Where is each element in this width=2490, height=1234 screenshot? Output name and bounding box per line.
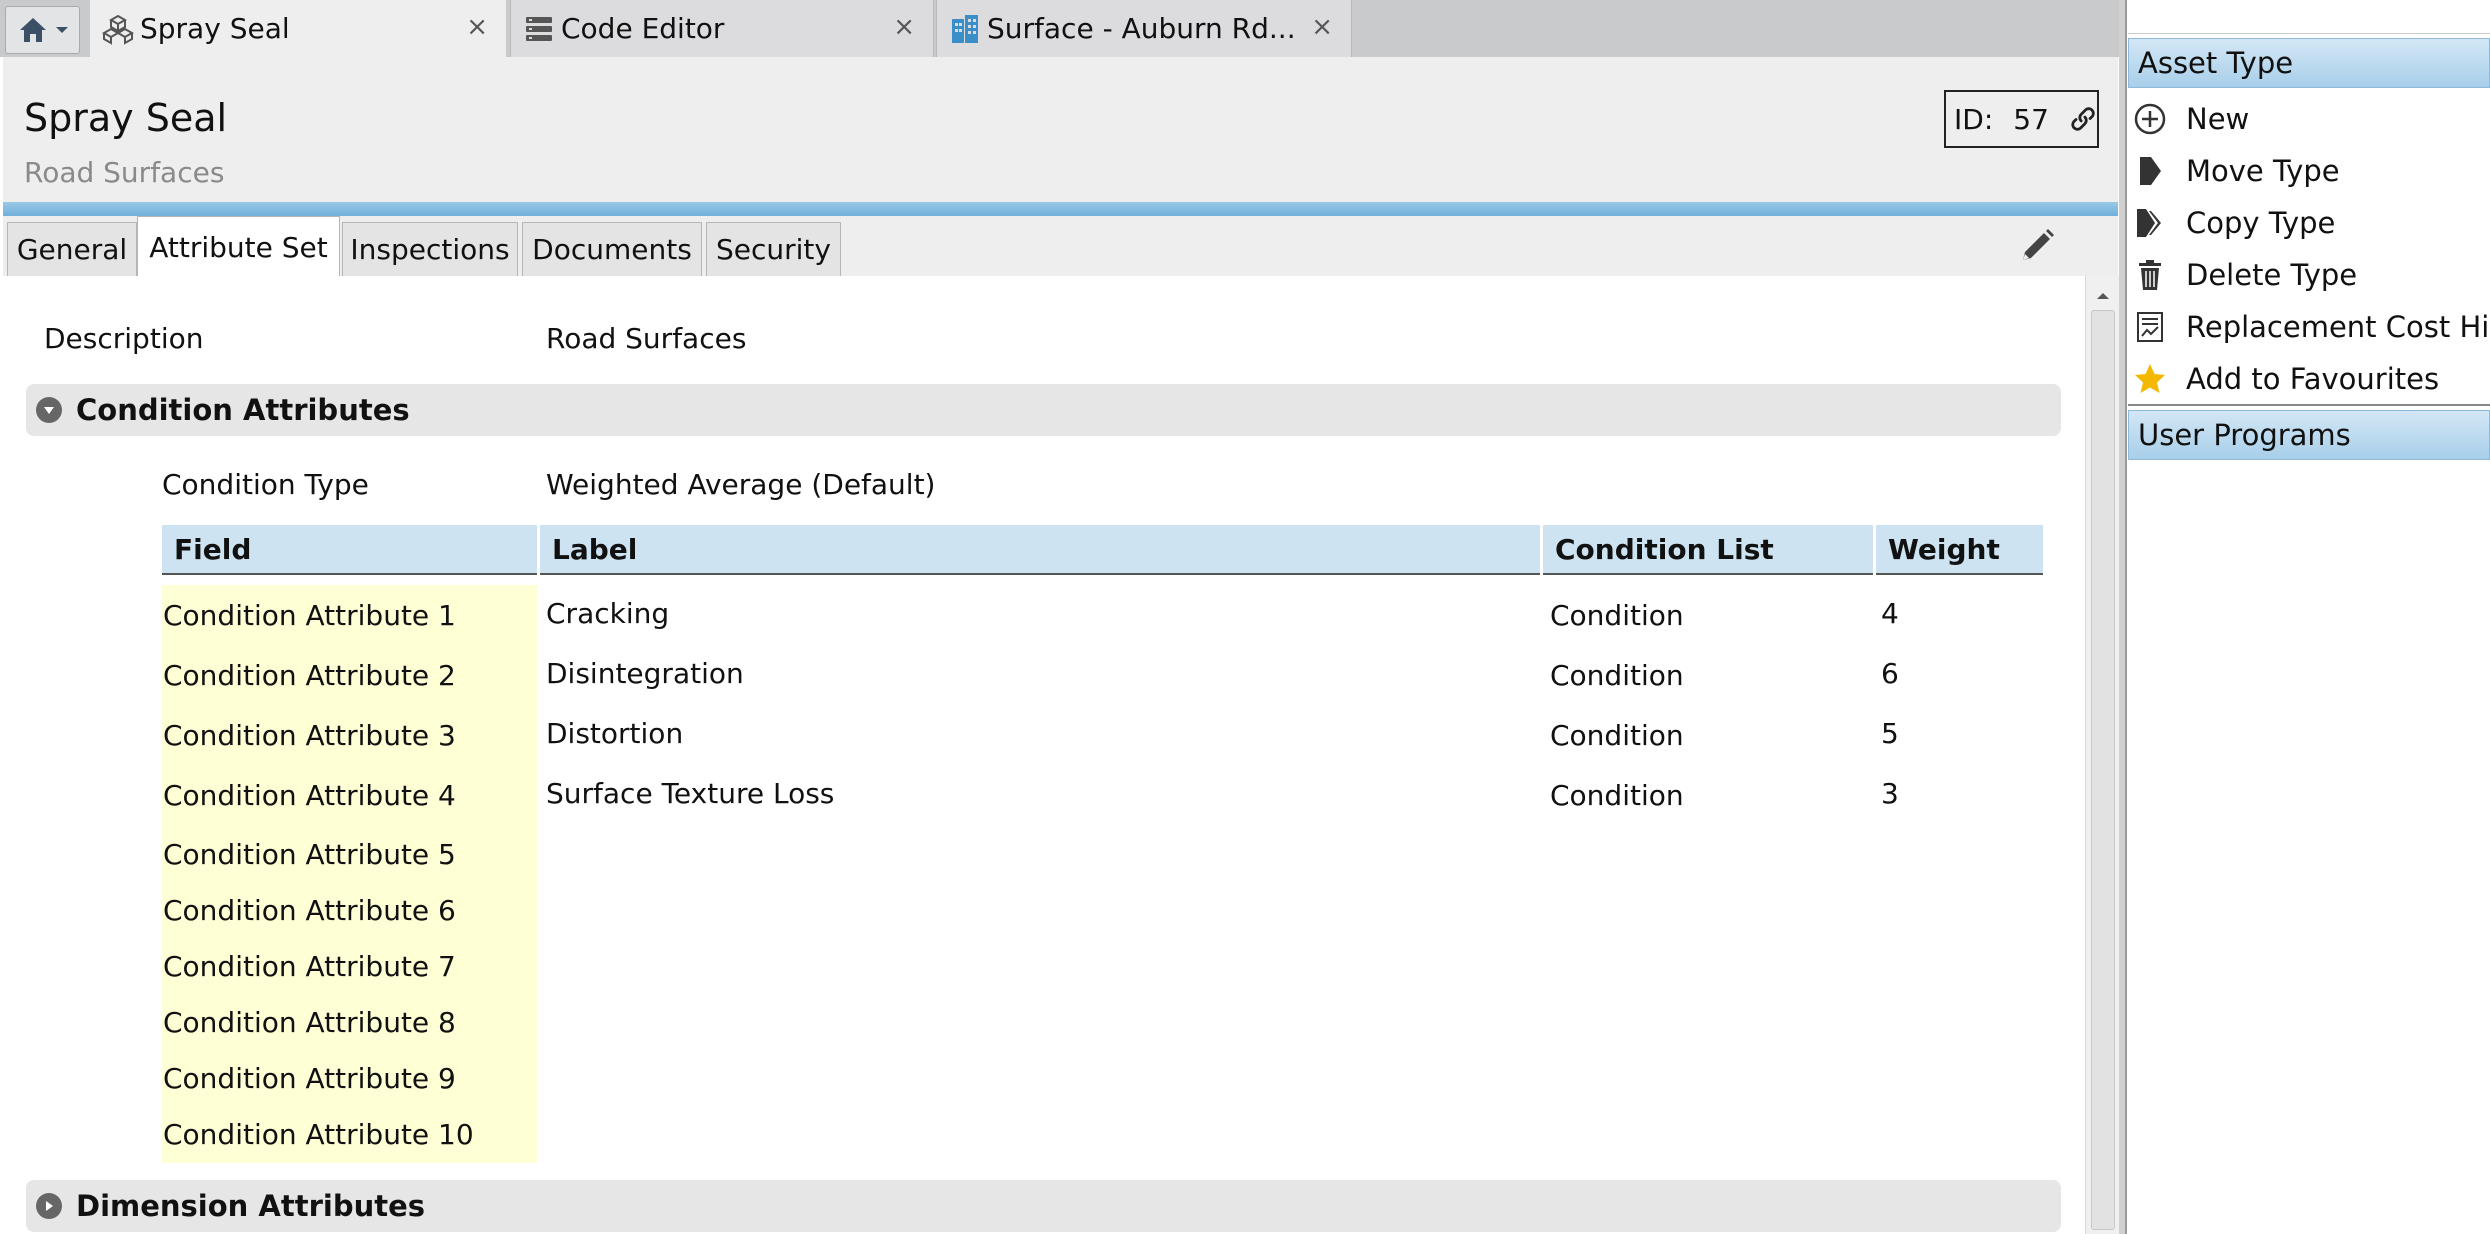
section-title: Condition Attributes <box>76 393 410 427</box>
tab-spray-seal[interactable]: Spray Seal × <box>90 0 506 57</box>
tab-label: Surface - Auburn Rd... <box>987 12 1296 45</box>
trash-icon <box>2130 255 2170 295</box>
tab-inspections[interactable]: Inspections <box>342 222 518 276</box>
condition-list-cell[interactable]: Condition <box>1550 779 1684 812</box>
building-icon <box>947 11 983 47</box>
tab-attribute-set[interactable]: Attribute Set <box>137 216 340 278</box>
field-cell: Condition Attribute 9 <box>163 1062 456 1095</box>
add-to-favourites-action[interactable]: Add to Favourites <box>2130 353 2490 405</box>
code-editor-icon <box>521 11 557 47</box>
home-menu-button[interactable] <box>5 6 80 54</box>
close-icon[interactable]: × <box>1311 12 1333 42</box>
copy-type-action[interactable]: Copy Type <box>2130 197 2490 249</box>
asset-type-header[interactable]: Asset Type <box>2128 38 2490 88</box>
condition-list-cell[interactable]: Condition <box>1550 719 1684 752</box>
record-id-box: ID: 57 <box>1944 90 2099 148</box>
description-value: Road Surfaces <box>546 322 747 355</box>
label-cell[interactable]: Disintegration <box>546 657 744 690</box>
column-header-weight: Weight <box>1876 525 2043 575</box>
close-icon[interactable]: × <box>893 12 915 42</box>
replacement-cost-history-action[interactable]: Replacement Cost Hist <box>2130 301 2490 353</box>
asset-type-icon <box>100 11 136 47</box>
field-cell: Condition Attribute 8 <box>163 1006 456 1039</box>
field-cell: Condition Attribute 7 <box>163 950 456 983</box>
page-subtitle: Road Surfaces <box>24 156 225 189</box>
tab-label: Spray Seal <box>140 12 290 45</box>
delete-type-action[interactable]: Delete Type <box>2130 249 2490 301</box>
action-label: Replacement Cost Hist <box>2186 310 2490 344</box>
action-label: Delete Type <box>2186 258 2358 292</box>
home-icon <box>19 18 46 42</box>
star-icon <box>2130 359 2170 399</box>
action-label: Add to Favourites <box>2186 362 2440 396</box>
pencil-icon[interactable] <box>2017 226 2057 266</box>
expand-icon[interactable] <box>36 1193 62 1219</box>
id-label: ID: <box>1954 102 1994 136</box>
label-cell[interactable]: Surface Texture Loss <box>546 777 834 810</box>
tab-surface-auburn-rd[interactable]: Surface - Auburn Rd... × <box>936 0 1352 57</box>
column-header-field: Field <box>162 525 537 575</box>
action-label: Copy Type <box>2186 206 2336 240</box>
link-icon[interactable] <box>2069 104 2097 134</box>
plus-circle-icon <box>2130 99 2170 139</box>
condition-list-cell[interactable]: Condition <box>1550 599 1684 632</box>
condition-list-cell[interactable]: Condition <box>1550 659 1684 692</box>
tab-label: Code Editor <box>561 12 725 45</box>
field-cell: Condition Attribute 10 <box>163 1118 474 1151</box>
action-label: New <box>2186 102 2250 136</box>
tab-general[interactable]: General <box>7 222 137 276</box>
panel-top-strip <box>2128 0 2490 34</box>
move-icon <box>2130 151 2170 191</box>
field-cell: Condition Attribute 5 <box>163 838 456 871</box>
id-value: 57 <box>2013 102 2049 136</box>
label-cell[interactable]: Cracking <box>546 597 669 630</box>
field-cell: Condition Attribute 1 <box>163 599 456 632</box>
tab-code-editor[interactable]: Code Editor × <box>510 0 934 57</box>
condition-attributes-section[interactable]: Condition Attributes <box>26 384 2061 436</box>
column-header-condition-list: Condition List <box>1543 525 1873 575</box>
field-cell: Condition Attribute 2 <box>163 659 456 692</box>
condition-type-value[interactable]: Weighted Average (Default) <box>546 468 935 501</box>
copy-icon <box>2130 203 2170 243</box>
description-label: Description <box>44 322 204 355</box>
tab-security[interactable]: Security <box>706 222 841 276</box>
label-cell[interactable]: Distortion <box>546 717 683 750</box>
field-cell: Condition Attribute 3 <box>163 719 456 752</box>
column-header-label: Label <box>540 525 1540 575</box>
collapse-icon[interactable] <box>36 397 62 423</box>
weight-cell[interactable]: 4 <box>1881 597 1899 630</box>
weight-cell[interactable]: 3 <box>1881 777 1899 810</box>
weight-cell[interactable]: 6 <box>1881 657 1899 690</box>
page-title: Spray Seal <box>24 96 228 140</box>
panel-divider <box>2128 404 2490 406</box>
new-type-action[interactable]: New <box>2130 93 2490 145</box>
section-title: Dimension Attributes <box>76 1189 426 1223</box>
close-icon[interactable]: × <box>466 12 488 42</box>
weight-cell[interactable]: 5 <box>1881 717 1899 750</box>
record-header <box>3 57 2118 202</box>
field-cell: Condition Attribute 4 <box>163 779 456 812</box>
chevron-down-icon <box>55 27 68 33</box>
field-cell: Condition Attribute 6 <box>163 894 456 927</box>
condition-type-label: Condition Type <box>162 468 369 501</box>
action-label: Move Type <box>2186 154 2340 188</box>
scroll-up-icon[interactable] <box>2086 284 2120 308</box>
tab-documents[interactable]: Documents <box>522 222 702 276</box>
vertical-scrollbar[interactable] <box>2085 276 2119 1234</box>
user-programs-header[interactable]: User Programs <box>2128 410 2490 460</box>
scrollbar-thumb[interactable] <box>2091 310 2115 1230</box>
cost-history-icon <box>2130 307 2170 347</box>
header-accent-bar <box>3 202 2118 216</box>
dimension-attributes-section[interactable]: Dimension Attributes <box>26 1180 2061 1232</box>
move-type-action[interactable]: Move Type <box>2130 145 2490 197</box>
